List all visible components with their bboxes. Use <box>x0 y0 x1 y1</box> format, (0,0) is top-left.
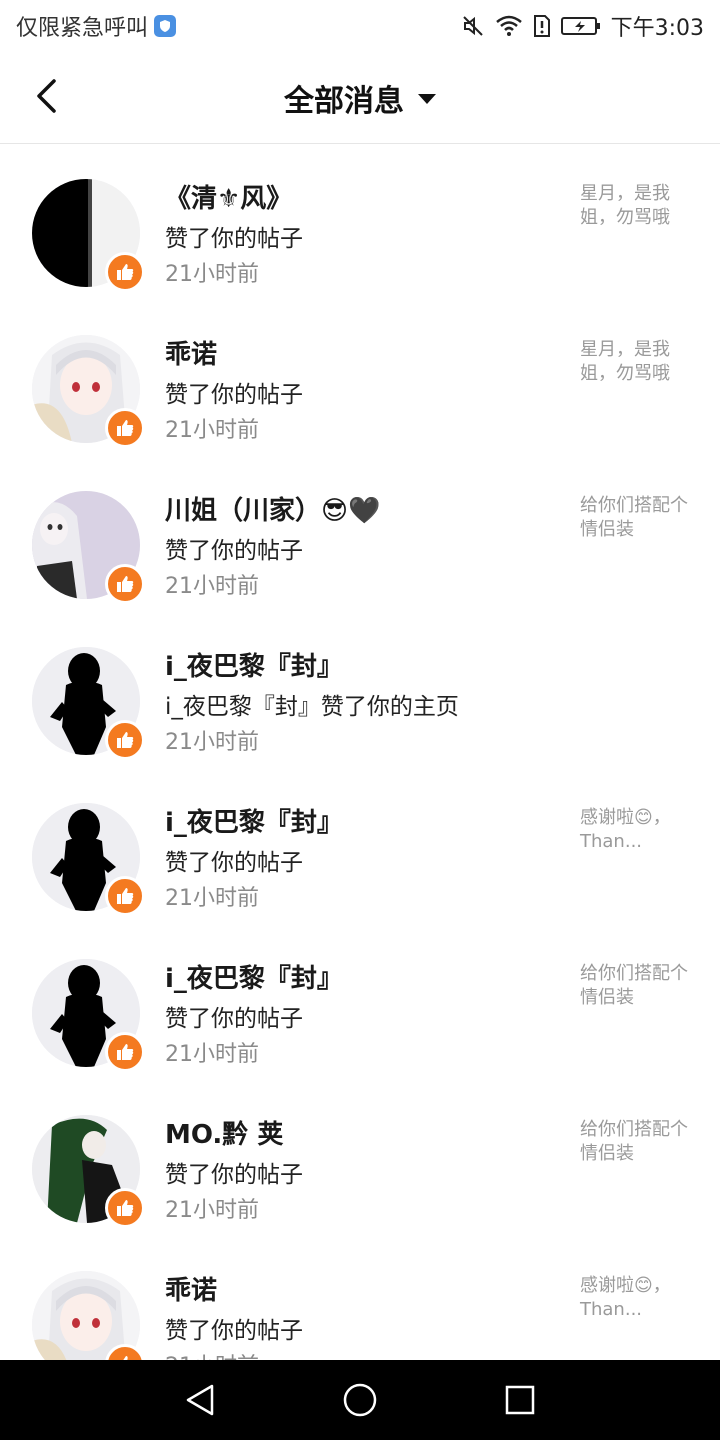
thumbs-up-icon <box>117 732 134 748</box>
post-preview[interactable]: 星月，是我姐，勿骂哦 <box>580 182 690 230</box>
notification-item[interactable]: MO.黔 荚 赞了你的帖子 21小时前 给你们搭配个情侣装 <box>0 1080 720 1236</box>
nav-home-button[interactable] <box>340 1380 380 1420</box>
notification-item[interactable]: 《清⚜风》 赞了你的帖子 21小时前 星月，是我姐，勿骂哦 <box>0 144 720 300</box>
like-badge <box>105 408 145 448</box>
post-preview[interactable]: 星月，是我姐，勿骂哦 <box>580 338 690 386</box>
notification-action: 赞了你的帖子 <box>165 1318 303 1344</box>
message-filter-dropdown[interactable]: 全部消息 <box>0 76 720 120</box>
home-circle-icon <box>343 1383 377 1417</box>
notification-item[interactable]: 乖诺 赞了你的帖子 21小时前 星月，是我姐，勿骂哦 <box>0 300 720 456</box>
sender-name[interactable]: 乖诺 <box>165 334 217 371</box>
thumbs-up-icon <box>117 264 134 280</box>
notification-list[interactable]: 《清⚜风》 赞了你的帖子 21小时前 星月，是我姐，勿骂哦 乖诺 赞了你的帖子 … <box>0 144 720 1360</box>
notification-action: i_夜巴黎『封』赞了你的主页 <box>165 694 459 720</box>
system-nav-bar <box>0 1360 720 1440</box>
status-left: 仅限紧急呼叫 <box>16 10 177 42</box>
thumbs-up-icon <box>117 576 134 592</box>
notification-time: 21小时前 <box>165 1042 259 1067</box>
sender-name[interactable]: 川姐（川家）😎🖤 <box>165 490 380 527</box>
app-header: 全部消息 <box>0 50 720 144</box>
like-badge <box>105 876 145 916</box>
sender-name[interactable]: MO.黔 荚 <box>165 1114 283 1151</box>
caret-down-icon <box>418 93 436 104</box>
status-time: 下午3:03 <box>610 16 704 41</box>
post-preview[interactable]: 感谢啦😊，Than... <box>580 1274 690 1322</box>
page-title: 全部消息 <box>284 84 404 119</box>
notification-item[interactable]: 川姐（川家）😎🖤 赞了你的帖子 21小时前 给你们搭配个情侣装 <box>0 456 720 612</box>
sender-name[interactable]: i_夜巴黎『封』 <box>165 958 343 995</box>
sender-name[interactable]: i_夜巴黎『封』 <box>165 646 343 683</box>
like-badge <box>105 720 145 760</box>
notification-action: 赞了你的帖子 <box>165 382 303 408</box>
wifi-icon <box>495 14 523 38</box>
sim-alert-icon <box>533 14 551 38</box>
thumbs-up-icon <box>117 1044 134 1060</box>
notification-time: 21小时前 <box>165 418 259 443</box>
thumbs-up-icon <box>117 888 134 904</box>
post-preview[interactable]: 给你们搭配个情侣装 <box>580 494 690 542</box>
like-badge <box>105 1032 145 1072</box>
sender-name[interactable]: 《清⚜风》 <box>165 178 292 215</box>
notification-action: 赞了你的帖子 <box>165 538 303 564</box>
notification-item[interactable]: i_夜巴黎『封』 赞了你的帖子 21小时前 给你们搭配个情侣装 <box>0 924 720 1080</box>
notification-time: 21小时前 <box>165 574 259 599</box>
carrier-text: 仅限紧急呼叫 <box>16 16 149 41</box>
notification-action: 赞了你的帖子 <box>165 850 303 876</box>
notification-time: 21小时前 <box>165 1198 259 1223</box>
notification-item[interactable]: i_夜巴黎『封』 赞了你的帖子 21小时前 感谢啦😊，Than... <box>0 768 720 924</box>
like-badge <box>105 564 145 604</box>
post-preview[interactable]: 给你们搭配个情侣装 <box>580 1118 690 1166</box>
post-preview[interactable]: 给你们搭配个情侣装 <box>580 962 690 1010</box>
status-right: 下午3:03 <box>461 10 704 42</box>
notification-time: 21小时前 <box>165 1348 259 1360</box>
battery-icon <box>560 16 601 36</box>
notification-time: 21小时前 <box>165 262 259 287</box>
like-badge <box>105 252 145 292</box>
notification-action: 赞了你的帖子 <box>165 1162 303 1188</box>
shield-icon <box>154 15 177 37</box>
nav-recents-button[interactable] <box>500 1380 540 1420</box>
thumbs-up-icon <box>117 420 134 436</box>
like-badge <box>105 1188 145 1228</box>
nav-back-button[interactable] <box>180 1380 220 1420</box>
thumbs-up-icon <box>117 1200 134 1216</box>
sender-name[interactable]: 乖诺 <box>165 1270 217 1307</box>
notification-time: 21小时前 <box>165 886 259 911</box>
notification-item[interactable]: i_夜巴黎『封』 i_夜巴黎『封』赞了你的主页 21小时前 <box>0 612 720 768</box>
notification-item[interactable]: 乖诺 赞了你的帖子 21小时前 感谢啦😊，Than... <box>0 1236 720 1360</box>
notification-action: 赞了你的帖子 <box>165 226 303 252</box>
status-bar: 仅限紧急呼叫 下午3:03 <box>0 0 720 50</box>
recents-square-icon <box>505 1385 535 1415</box>
post-preview[interactable]: 感谢啦😊，Than... <box>580 806 690 854</box>
back-triangle-icon <box>186 1384 214 1416</box>
notification-time: 21小时前 <box>165 730 259 755</box>
notification-action: 赞了你的帖子 <box>165 1006 303 1032</box>
sender-name[interactable]: i_夜巴黎『封』 <box>165 802 343 839</box>
mute-icon <box>461 14 485 38</box>
